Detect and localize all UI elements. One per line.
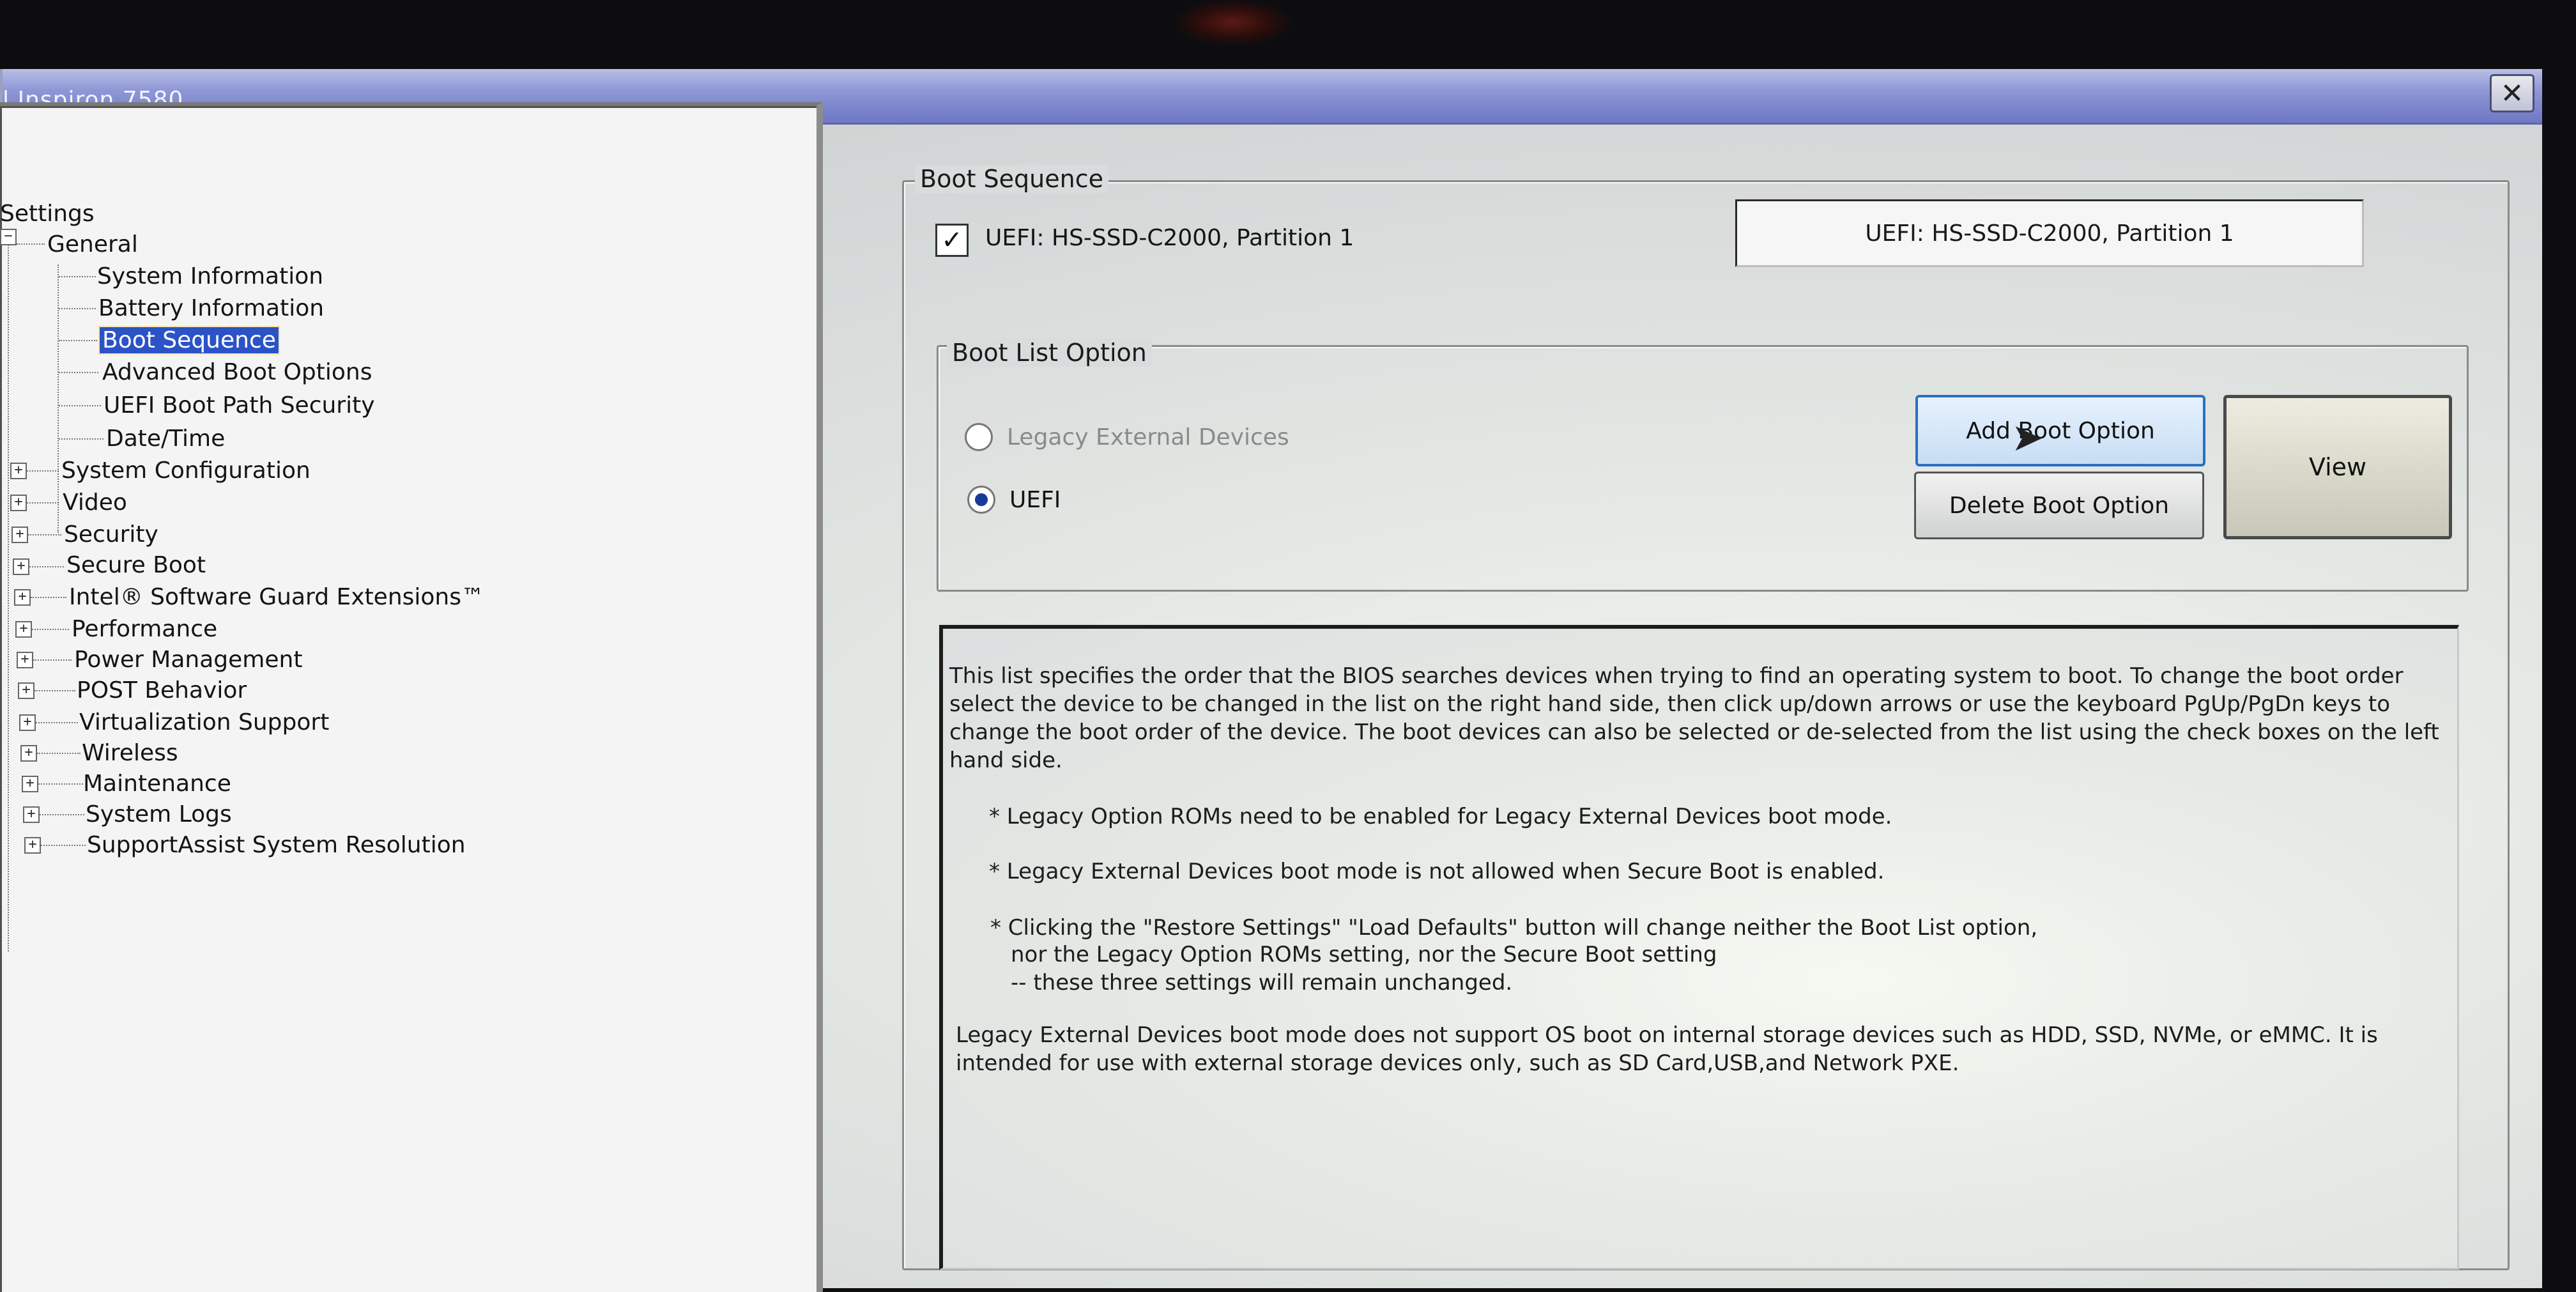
legacy-external-devices-label: Legacy External Devices [1007,424,1289,450]
delete-boot-option-label: Delete Boot Option [1949,492,2170,519]
tree-item-boot-sequence[interactable]: Boot Sequence [98,326,280,355]
boot-entry-checkbox[interactable]: ✓ [935,224,969,257]
help-note-restore-line3: -- these three settings will remain unch… [1011,970,1513,996]
add-boot-option-button[interactable]: Add Boot Option [1915,395,2205,466]
tree-item-video[interactable]: Video [63,489,127,516]
close-button[interactable]: ✕ [2490,74,2534,112]
tree-item-advanced-boot-options[interactable]: Advanced Boot Options [102,359,372,385]
expand-video-icon[interactable]: + [10,495,27,511]
tree-item-system-information[interactable]: System Information [97,263,323,289]
expand-security-icon[interactable]: + [12,527,28,543]
reflection-glare [1176,0,1291,45]
help-intro-text: This list specifies the order that the B… [949,663,2439,773]
expand-performance-icon[interactable]: + [15,621,32,638]
expand-wireless-icon[interactable]: + [20,745,37,762]
help-note-secure-boot: * Legacy External Devices boot mode is n… [989,859,1885,884]
collapse-general-icon[interactable]: − [0,229,17,245]
tree-item-battery-information[interactable]: Battery Information [98,295,324,321]
expand-secure-boot-icon[interactable]: + [13,558,29,575]
tree-item-general[interactable]: General [47,231,138,258]
boot-order-list-item[interactable]: UEFI: HS-SSD-C2000, Partition 1 [1865,220,2234,247]
help-note-legacy-roms: * Legacy Option ROMs need to be enabled … [989,804,1892,829]
expand-post-behavior-icon[interactable]: + [18,682,34,699]
help-text-panel: This list specifies the order that the B… [939,625,2459,1270]
delete-boot-option-button[interactable]: Delete Boot Option [1914,472,2204,539]
add-boot-option-label: Add Boot Option [1966,417,2155,444]
expand-system-logs-icon[interactable]: + [23,806,40,823]
tree-item-performance[interactable]: Performance [72,616,217,642]
expand-system-configuration-icon[interactable]: + [10,463,27,479]
boot-list-option-legend: Boot List Option [947,339,1152,367]
view-label: View [2308,453,2367,481]
tree-item-date-time[interactable]: Date/Time [106,426,225,452]
tree-item-virtualization-support[interactable]: Virtualization Support [79,709,329,735]
tree-item-security[interactable]: Security [64,521,158,548]
help-note-restore-line1: * Clicking the "Restore Settings" "Load … [990,915,2038,941]
legacy-external-devices-radio[interactable] [965,423,993,451]
tree-item-maintenance[interactable]: Maintenance [83,771,231,797]
mouse-pointer-icon: ➤ [2011,415,2044,460]
expand-supportassist-icon[interactable]: + [24,837,41,854]
tree-item-secure-boot[interactable]: Secure Boot [66,552,206,578]
checkmark-icon: ✓ [941,226,963,255]
expand-sgx-icon[interactable]: + [14,589,31,606]
uefi-label: UEFI [1009,487,1061,513]
boot-sequence-legend: Boot Sequence [915,165,1108,193]
tree-item-system-configuration[interactable]: System Configuration [61,458,310,484]
view-button[interactable]: View [2223,395,2452,539]
tree-item-uefi-boot-path-security[interactable]: UEFI Boot Path Security [103,392,375,419]
tree-item-supportassist-system-resolution[interactable]: SupportAssist System Resolution [87,832,466,858]
help-note-restore-line2: nor the Legacy Option ROMs setting, nor … [1011,942,1717,967]
tree-item-wireless[interactable]: Wireless [82,740,178,766]
boot-entry-label: UEFI: HS-SSD-C2000, Partition 1 [985,225,1354,251]
boot-order-list[interactable]: UEFI: HS-SSD-C2000, Partition 1 [1735,199,2364,267]
tree-item-software-guard-extensions[interactable]: Intel® Software Guard Extensions™ [69,584,484,610]
expand-virtualization-support-icon[interactable]: + [19,714,36,731]
tree-root-settings[interactable]: Settings [0,201,95,227]
close-icon: ✕ [2500,77,2524,110]
tree-item-power-management[interactable]: Power Management [74,647,302,673]
expand-power-management-icon[interactable]: + [17,652,33,668]
tree-item-system-logs[interactable]: System Logs [86,801,232,827]
uefi-radio[interactable] [967,486,995,514]
settings-tree: Settings − General System Information Ba… [0,102,823,1292]
expand-maintenance-icon[interactable]: + [22,776,38,792]
help-legacy-storage-note: Legacy External Devices boot mode does n… [956,1022,2378,1076]
tree-item-post-behavior[interactable]: POST Behavior [77,677,247,704]
